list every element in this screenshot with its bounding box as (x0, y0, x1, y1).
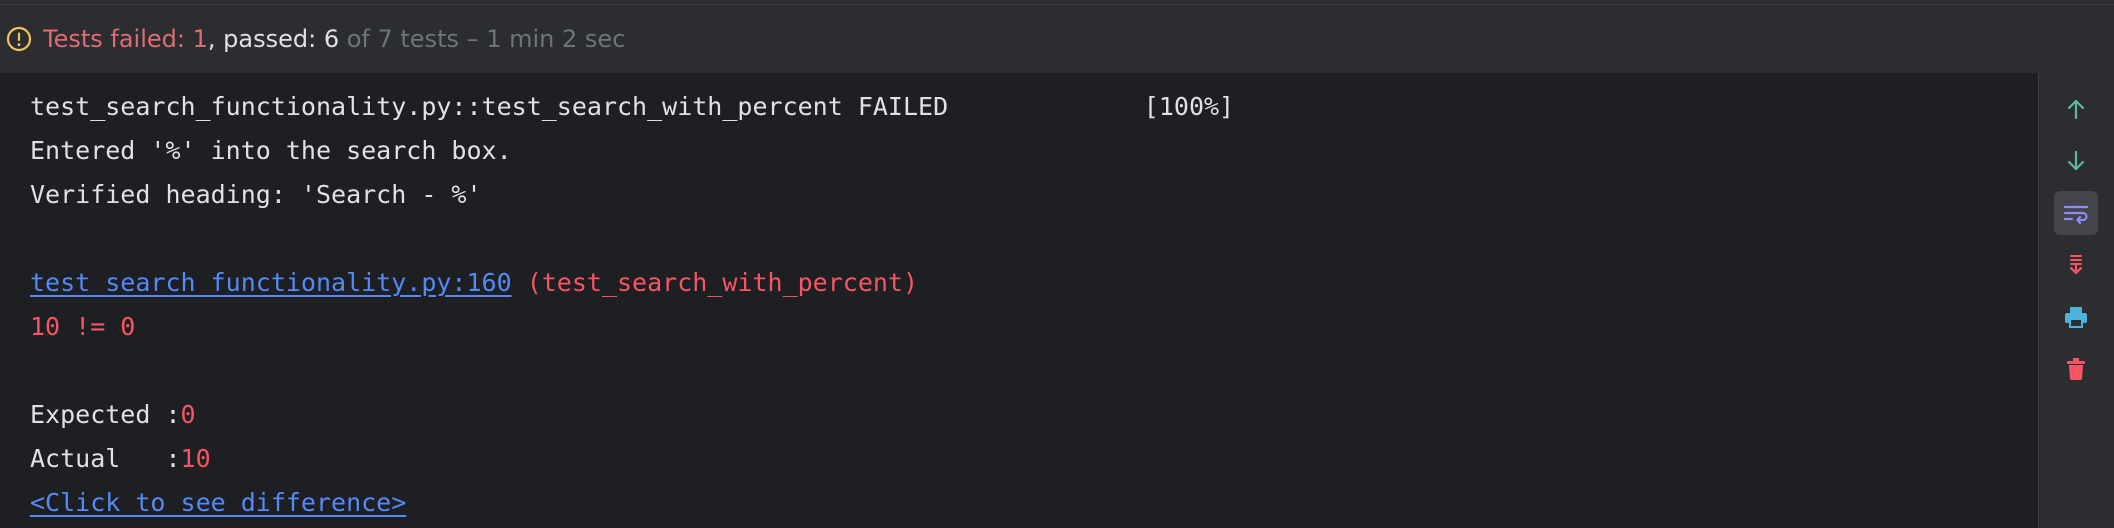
test-status-bar: Tests failed: 1, passed: 6 of 7 tests – … (0, 5, 2114, 73)
clear-all-button[interactable] (2054, 347, 2098, 391)
warning-circle-icon (6, 26, 32, 52)
soft-wrap-icon (2062, 200, 2090, 226)
trash-icon (2064, 356, 2088, 382)
soft-wrap-button[interactable] (2054, 191, 2098, 235)
stack-trace-line: test_search_functionality.py:160 (test_s… (30, 261, 918, 305)
failed-count: 1 (192, 25, 208, 53)
diff-line: <Click to see difference> (30, 481, 406, 525)
expected-line: Expected :0 (30, 393, 196, 437)
failed-label: Tests failed: (43, 25, 193, 53)
actual-value: 10 (180, 444, 211, 473)
print-icon (2062, 304, 2090, 330)
down-button[interactable] (2054, 139, 2098, 183)
print-button[interactable] (2054, 295, 2098, 339)
trace-file-link[interactable]: test_search_functionality.py:160 (30, 268, 512, 297)
console-line: Verified heading: 'Search - %' (30, 180, 482, 209)
passed-label: , passed: 6 (207, 25, 340, 53)
test-summary: of 7 tests – 1 min 2 sec (339, 25, 626, 53)
trace-context: (test_search_with_percent) (511, 268, 919, 297)
console-output[interactable]: test_search_functionality.py::test_searc… (0, 73, 2038, 528)
assertion-message: 10 != 0 (30, 312, 136, 341)
see-difference-link[interactable]: <Click to see difference> (30, 488, 406, 517)
console-line: Entered '%' into the search box. (30, 136, 512, 165)
console-line: test_search_functionality.py::test_searc… (30, 92, 1235, 121)
console-toolbar (2038, 73, 2114, 528)
up-button[interactable] (2054, 87, 2098, 131)
arrow-up-icon (2063, 96, 2089, 122)
arrow-down-icon (2063, 148, 2089, 174)
actual-label: Actual : (30, 444, 181, 473)
status-summary: Tests failed: 1, passed: 6 of 7 tests – … (43, 27, 625, 51)
actual-line: Actual :10 (30, 437, 211, 481)
expected-value: 0 (180, 400, 196, 429)
scroll-to-end-icon (2063, 252, 2089, 278)
scroll-to-end-button[interactable] (2054, 243, 2098, 287)
expected-label: Expected : (30, 400, 181, 429)
